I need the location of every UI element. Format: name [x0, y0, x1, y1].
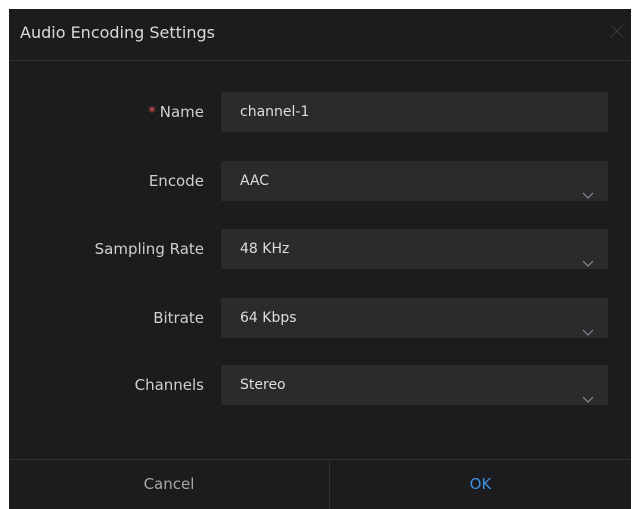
- encode-label: Encode: [148, 172, 204, 190]
- dialog-header: Audio Encoding Settings: [9, 9, 631, 61]
- channels-label: Channels: [134, 376, 204, 394]
- name-input[interactable]: [221, 92, 608, 132]
- required-mark: *: [148, 103, 156, 121]
- channels-value: Stereo: [240, 377, 286, 393]
- encode-value: AAC: [240, 173, 270, 189]
- dialog-title: Audio Encoding Settings: [20, 23, 216, 42]
- bitrate-row: Bitrate 64 Kbps: [9, 298, 631, 338]
- name-label: * Name: [148, 92, 204, 132]
- sampling-rate-row: Sampling Rate 48 KHz: [9, 229, 631, 269]
- chevron-down-icon: [582, 380, 594, 403]
- name-row: * Name: [9, 92, 631, 132]
- bitrate-select[interactable]: 64 Kbps: [221, 298, 608, 338]
- bitrate-value: 64 Kbps: [240, 310, 297, 326]
- dialog-footer: Cancel OK: [9, 459, 631, 509]
- name-label-text: Name: [159, 103, 204, 121]
- sampling-rate-value: 48 KHz: [240, 241, 290, 257]
- chevron-down-icon: [582, 313, 594, 336]
- encode-row: Encode AAC: [9, 161, 631, 201]
- channels-row: Channels Stereo: [9, 365, 631, 405]
- sampling-rate-select[interactable]: 48 KHz: [221, 229, 608, 269]
- audio-encoding-dialog: Audio Encoding Settings *Name Encode AAC…: [9, 9, 631, 509]
- sampling-rate-label: Sampling Rate: [94, 240, 204, 258]
- channels-select[interactable]: Stereo: [221, 365, 608, 405]
- ok-button[interactable]: OK: [330, 460, 631, 509]
- bitrate-label: Bitrate: [153, 309, 204, 327]
- chevron-down-icon: [582, 176, 594, 199]
- encode-select[interactable]: AAC: [221, 161, 608, 201]
- cancel-button[interactable]: Cancel: [9, 460, 330, 509]
- close-icon[interactable]: [607, 21, 627, 41]
- chevron-down-icon: [582, 244, 594, 267]
